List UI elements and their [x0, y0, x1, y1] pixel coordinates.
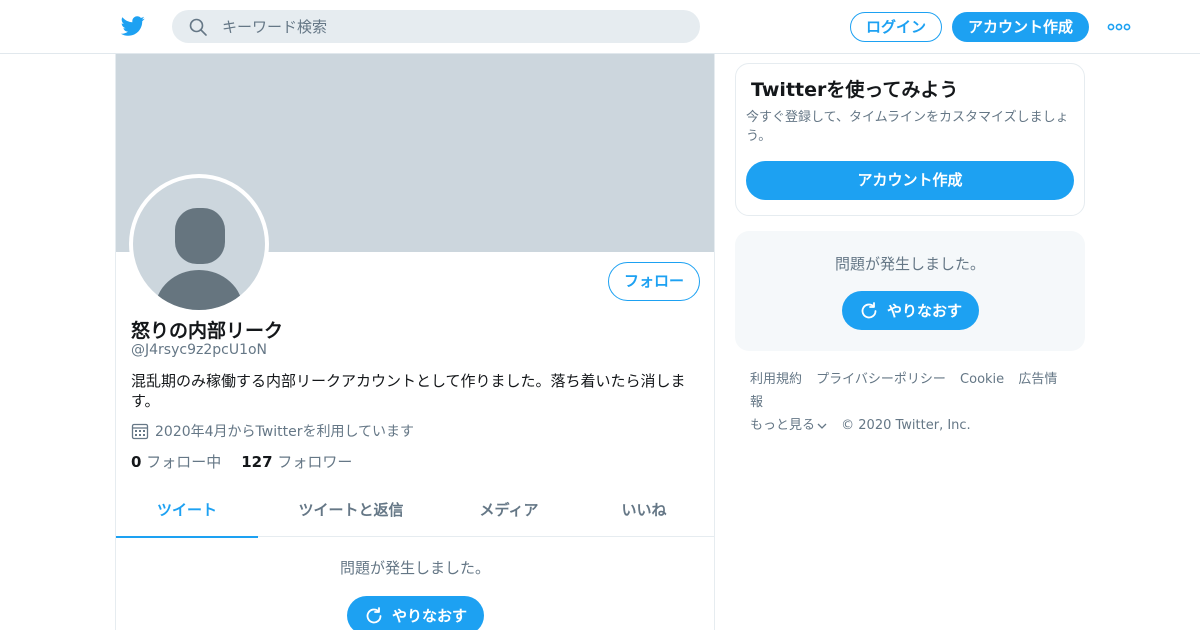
signup-card-title: Twitterを使ってみよう: [751, 79, 959, 101]
tab-media[interactable]: メディア: [444, 484, 574, 537]
sidebar-retry-button[interactable]: やりなおす: [842, 291, 979, 330]
twitter-bird-icon[interactable]: [120, 14, 146, 38]
profile-handle: @J4rsyc9z2pcU1oN: [131, 342, 268, 358]
footer-link-cookie[interactable]: Cookie: [960, 372, 1004, 387]
footer: 利用規約 プライバシーポリシー Cookie 広告情報 もっと見る © 2020…: [750, 368, 1080, 437]
default-avatar-icon: [133, 178, 265, 310]
following-link[interactable]: 0 フォロー中: [131, 451, 221, 472]
followers-label: フォロワー: [277, 453, 353, 471]
signup-card-description: 今すぐ登録して、タイムラインをカスタマイズしましょう。: [746, 110, 1069, 144]
profile-bio: 混乱期のみ稼働する内部リークアカウントとして作りました。落ち着いたら消します。: [131, 372, 686, 410]
footer-copyright: © 2020 Twitter, Inc.: [841, 418, 971, 433]
profile-name: 怒りの内部リーク: [131, 320, 284, 342]
joined-date: 2020年4月からTwitterを利用しています: [131, 421, 414, 441]
profile-tabs: ツイート ツイートと返信 メディア いいね: [116, 484, 714, 538]
footer-row-2: もっと見る © 2020 Twitter, Inc.: [750, 414, 1080, 437]
profile-stats: 0 フォロー中 127 フォロワー: [131, 451, 372, 472]
tab-likes[interactable]: いいね: [574, 484, 714, 537]
footer-link-privacy[interactable]: プライバシーポリシー: [816, 372, 946, 387]
more-dots-icon[interactable]: [1107, 20, 1131, 34]
timeline-error-message: 問題が発生しました。: [339, 559, 490, 577]
refresh-icon: [861, 301, 877, 318]
footer-more-label: もっと見る: [750, 418, 816, 433]
refresh-icon: [366, 606, 382, 623]
search-icon: [189, 18, 207, 36]
sidebar-error-message: 問題が発生しました。: [834, 255, 985, 273]
avatar[interactable]: [129, 174, 269, 314]
profile-column: フォロー 怒りの内部リーク @J4rsyc9z2pcU1oN 混乱期のみ稼働する…: [115, 54, 715, 630]
retry-label: やりなおす: [886, 302, 962, 320]
follow-button[interactable]: フォロー: [608, 262, 700, 301]
footer-link-terms[interactable]: 利用規約: [750, 372, 802, 387]
chevron-down-icon: [817, 423, 827, 429]
following-count: 0: [131, 453, 142, 471]
login-button[interactable]: ログイン: [850, 12, 942, 42]
calendar-icon: [131, 423, 149, 440]
signup-button[interactable]: アカウント作成: [952, 12, 1089, 42]
footer-link-more[interactable]: もっと見る: [750, 418, 827, 433]
footer-row-1: 利用規約 プライバシーポリシー Cookie 広告情報: [750, 368, 1080, 414]
tab-tweets-and-replies[interactable]: ツイートと返信: [258, 484, 444, 537]
tab-tweets[interactable]: ツイート: [116, 484, 258, 538]
signup-card-button[interactable]: アカウント作成: [746, 161, 1074, 200]
retry-label: やりなおす: [391, 607, 467, 625]
joined-text: 2020年4月からTwitterを利用しています: [155, 424, 415, 440]
followers-count: 127: [241, 453, 273, 471]
following-label: フォロー中: [146, 453, 222, 471]
search-input[interactable]: [222, 10, 682, 43]
followers-link[interactable]: 127 フォロワー: [241, 451, 352, 472]
search-box[interactable]: [172, 10, 700, 43]
top-bar: ログイン アカウント作成: [0, 0, 1200, 54]
timeline-retry-button[interactable]: やりなおす: [347, 596, 484, 630]
signup-card: Twitterを使ってみよう 今すぐ登録して、タイムラインをカスタマイズしましょ…: [735, 63, 1085, 216]
sidebar-error-panel: 問題が発生しました。 やりなおす: [735, 231, 1085, 351]
